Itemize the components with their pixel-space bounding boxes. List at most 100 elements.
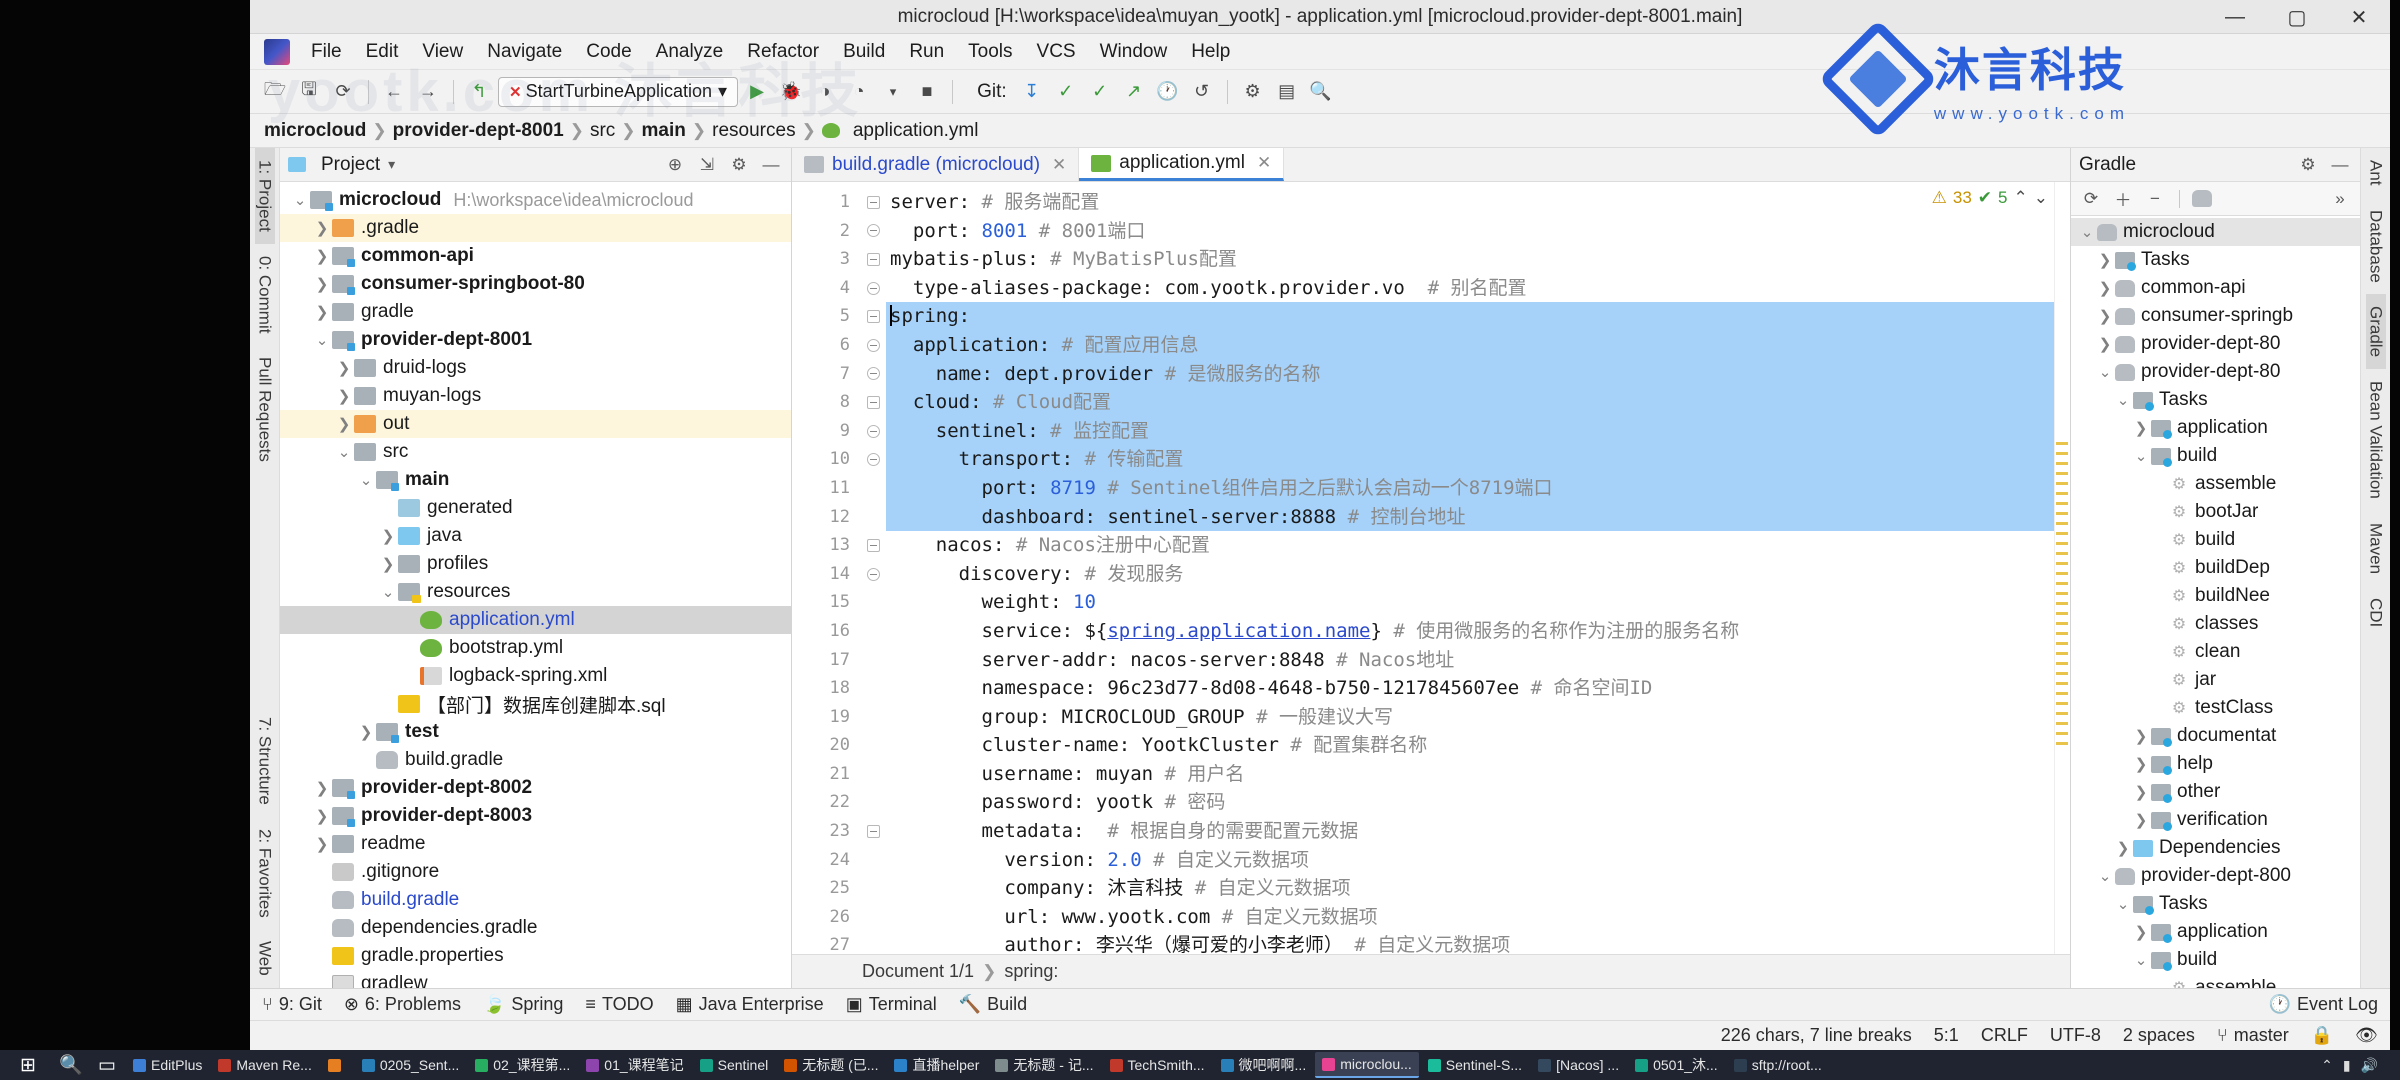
collapse-icon[interactable]	[866, 310, 880, 324]
bottom-button-git[interactable]: ⑂ 9: Git	[262, 994, 322, 1015]
tree-node[interactable]: ❯ readme	[280, 830, 791, 858]
chevron-down-icon[interactable]: ⌄	[378, 583, 398, 601]
back-arrow-icon[interactable]: ←	[379, 77, 409, 107]
close-icon[interactable]: ✕	[509, 83, 522, 101]
gradle-tree-node[interactable]: ⚙ jar	[2071, 666, 2360, 694]
fold-marker-cell[interactable]	[860, 217, 886, 246]
fold-marker-cell[interactable]	[860, 817, 886, 846]
error-stripe-mark[interactable]	[2056, 612, 2068, 615]
gradle-tree-node[interactable]: ❯ application	[2071, 414, 2360, 442]
tree-node[interactable]: build.gradle	[280, 886, 791, 914]
more-icon[interactable]: »	[2328, 187, 2352, 211]
update-project-icon[interactable]: ↧	[1017, 77, 1047, 107]
maximize-button[interactable]: ▢	[2266, 0, 2328, 34]
error-stripe-mark[interactable]	[2056, 582, 2068, 585]
error-stripe-mark[interactable]	[2056, 442, 2068, 445]
minimize-button[interactable]: —	[2204, 0, 2266, 34]
fold-marker-cell[interactable]	[860, 331, 886, 360]
gradle-tree[interactable]: ⌄ microcloud ❯ Tasks ❯ common-api ❯ consumer-sp…	[2071, 216, 2360, 988]
code-line[interactable]: username: muyan # 用户名	[886, 760, 2054, 789]
bottom-button-terminal[interactable]: ▣ Terminal	[846, 994, 937, 1015]
chevron-right-icon[interactable]: ❯	[2131, 783, 2151, 801]
menu-refactor[interactable]: Refactor	[736, 37, 830, 67]
gradle-tree-node[interactable]: ⚙ build	[2071, 526, 2360, 554]
taskbar-app-button[interactable]: 0205_Sent...	[355, 1052, 466, 1078]
push-icon[interactable]: ✓	[1085, 77, 1115, 107]
chevron-down-icon[interactable]: ⌄	[2077, 223, 2097, 241]
taskbar-app-button[interactable]: 0501_沐...	[1628, 1052, 1725, 1078]
settings-icon[interactable]: ⚙	[727, 153, 751, 177]
taskbar-app-button[interactable]: 无标题 (已...	[777, 1052, 885, 1078]
chevron-up-icon[interactable]: ⌃	[2014, 188, 2028, 208]
code-editor[interactable]: 1 2 3 4 5 6 7 8 9 10 11 12 13 14 15 16 17 18 19 20 21 22 23 24 2…	[792, 182, 2070, 954]
chevron-right-icon[interactable]: ❯	[312, 807, 332, 825]
code-line[interactable]: discovery: # 发现服务	[886, 560, 2054, 589]
taskbar-app-button[interactable]: sftp://root...	[1727, 1052, 1829, 1078]
error-stripe-mark[interactable]	[2056, 712, 2068, 715]
chevron-right-icon[interactable]: ❯	[2131, 755, 2151, 773]
code-text-area[interactable]: server: # 服务端配置 port: 8001 # 8001端口 mybat…	[886, 182, 2054, 954]
chevron-down-icon[interactable]: ⌄	[2095, 867, 2115, 885]
taskbar-app-button[interactable]: [Nacos] ...	[1531, 1052, 1626, 1078]
chevron-right-icon[interactable]: ❯	[2113, 839, 2133, 857]
tab-application-yml[interactable]: application.yml ✕	[1079, 148, 1285, 181]
taskbar-app-button[interactable]: microclou...	[1315, 1052, 1419, 1078]
tree-node[interactable]: ❯ profiles	[280, 550, 791, 578]
stripe-button-structure[interactable]: 7: Structure	[255, 705, 275, 817]
code-line[interactable]: application: # 配置应用信息	[886, 330, 2054, 360]
close-button[interactable]: ✕	[2328, 0, 2390, 34]
menu-tools[interactable]: Tools	[957, 37, 1023, 67]
code-line[interactable]: url: www.yootk.com # 自定义元数据项	[886, 903, 2054, 932]
code-line[interactable]: password: yootk # 密码	[886, 788, 2054, 817]
lock-icon[interactable]: 🔒	[2311, 1025, 2333, 1046]
menu-file[interactable]: File	[300, 37, 353, 67]
menu-edit[interactable]: Edit	[355, 37, 410, 67]
tree-node[interactable]: ❯ .gradle	[280, 214, 791, 242]
code-line[interactable]: mybatis-plus: # MyBatisPlus配置	[886, 245, 2054, 274]
menu-vcs[interactable]: VCS	[1026, 37, 1087, 67]
error-stripe-mark[interactable]	[2056, 722, 2068, 725]
bottom-button-build[interactable]: 🔨 Build	[959, 994, 1027, 1015]
inspection-widget[interactable]: ⚠ 33 ✔ 5 ⌃ ⌄	[1932, 188, 2048, 208]
error-stripe-mark[interactable]	[2056, 652, 2068, 655]
stripe-button-database[interactable]: Database	[2366, 198, 2386, 295]
collapse-all-icon[interactable]: ⇲	[695, 153, 719, 177]
collapse-icon[interactable]	[866, 824, 880, 838]
tree-node[interactable]: bootstrap.yml	[280, 634, 791, 662]
collapse-icon[interactable]	[866, 195, 880, 209]
taskbar-app-button[interactable]: 01_课程笔记	[579, 1052, 690, 1078]
fold-marker-cell[interactable]	[860, 274, 886, 303]
chevron-down-icon[interactable]: ▾	[878, 77, 908, 107]
status-caret-position[interactable]: 5:1	[1934, 1025, 1959, 1046]
sync-icon[interactable]: ⟳	[328, 77, 358, 107]
breadcrumb-item-microcloud[interactable]: microcloud	[264, 120, 366, 142]
fold-marker-cell[interactable]	[860, 302, 886, 331]
code-line[interactable]: company: 沐言科技 # 自定义元数据项	[886, 874, 2054, 903]
tab-build-gradle[interactable]: build.gradle (microcloud) ✕	[792, 148, 1080, 181]
chevron-down-icon[interactable]: ⌄	[2131, 447, 2151, 465]
tree-node[interactable]: ⌄ src	[280, 438, 791, 466]
menu-navigate[interactable]: Navigate	[476, 37, 573, 67]
tree-node[interactable]: ❯ gradle	[280, 298, 791, 326]
code-line[interactable]: server: # 服务端配置	[886, 188, 2054, 217]
chevron-down-icon[interactable]: ⌄	[2113, 391, 2133, 409]
stripe-button-gradle[interactable]: Gradle	[2365, 294, 2386, 370]
tree-node[interactable]: application.yml	[280, 606, 791, 634]
task-view-icon[interactable]: ▭	[90, 1050, 124, 1080]
tree-node[interactable]: ❯ muyan-logs	[280, 382, 791, 410]
taskbar-app-button[interactable]: 无标题 - 记...	[988, 1052, 1100, 1078]
remove-icon[interactable]: −	[2143, 187, 2167, 211]
stripe-button-web[interactable]: Web	[255, 929, 275, 988]
error-stripe-mark[interactable]	[2056, 572, 2068, 575]
collapse-icon[interactable]	[866, 338, 880, 352]
tree-node[interactable]: ❯ consumer-springboot-80	[280, 270, 791, 298]
stripe-button-pull-requests[interactable]: Pull Requests	[255, 345, 275, 474]
collapse-icon[interactable]	[866, 252, 880, 266]
menu-run[interactable]: Run	[898, 37, 955, 67]
collapse-icon[interactable]	[866, 424, 880, 438]
settings-icon[interactable]: ⚙	[2296, 153, 2320, 177]
code-line[interactable]: service: ${spring.application.name} # 使用…	[886, 617, 2054, 646]
code-folding-column[interactable]	[860, 182, 886, 954]
error-stripe-mark[interactable]	[2056, 692, 2068, 695]
stripe-button-cdi[interactable]: CDI	[2366, 586, 2386, 639]
